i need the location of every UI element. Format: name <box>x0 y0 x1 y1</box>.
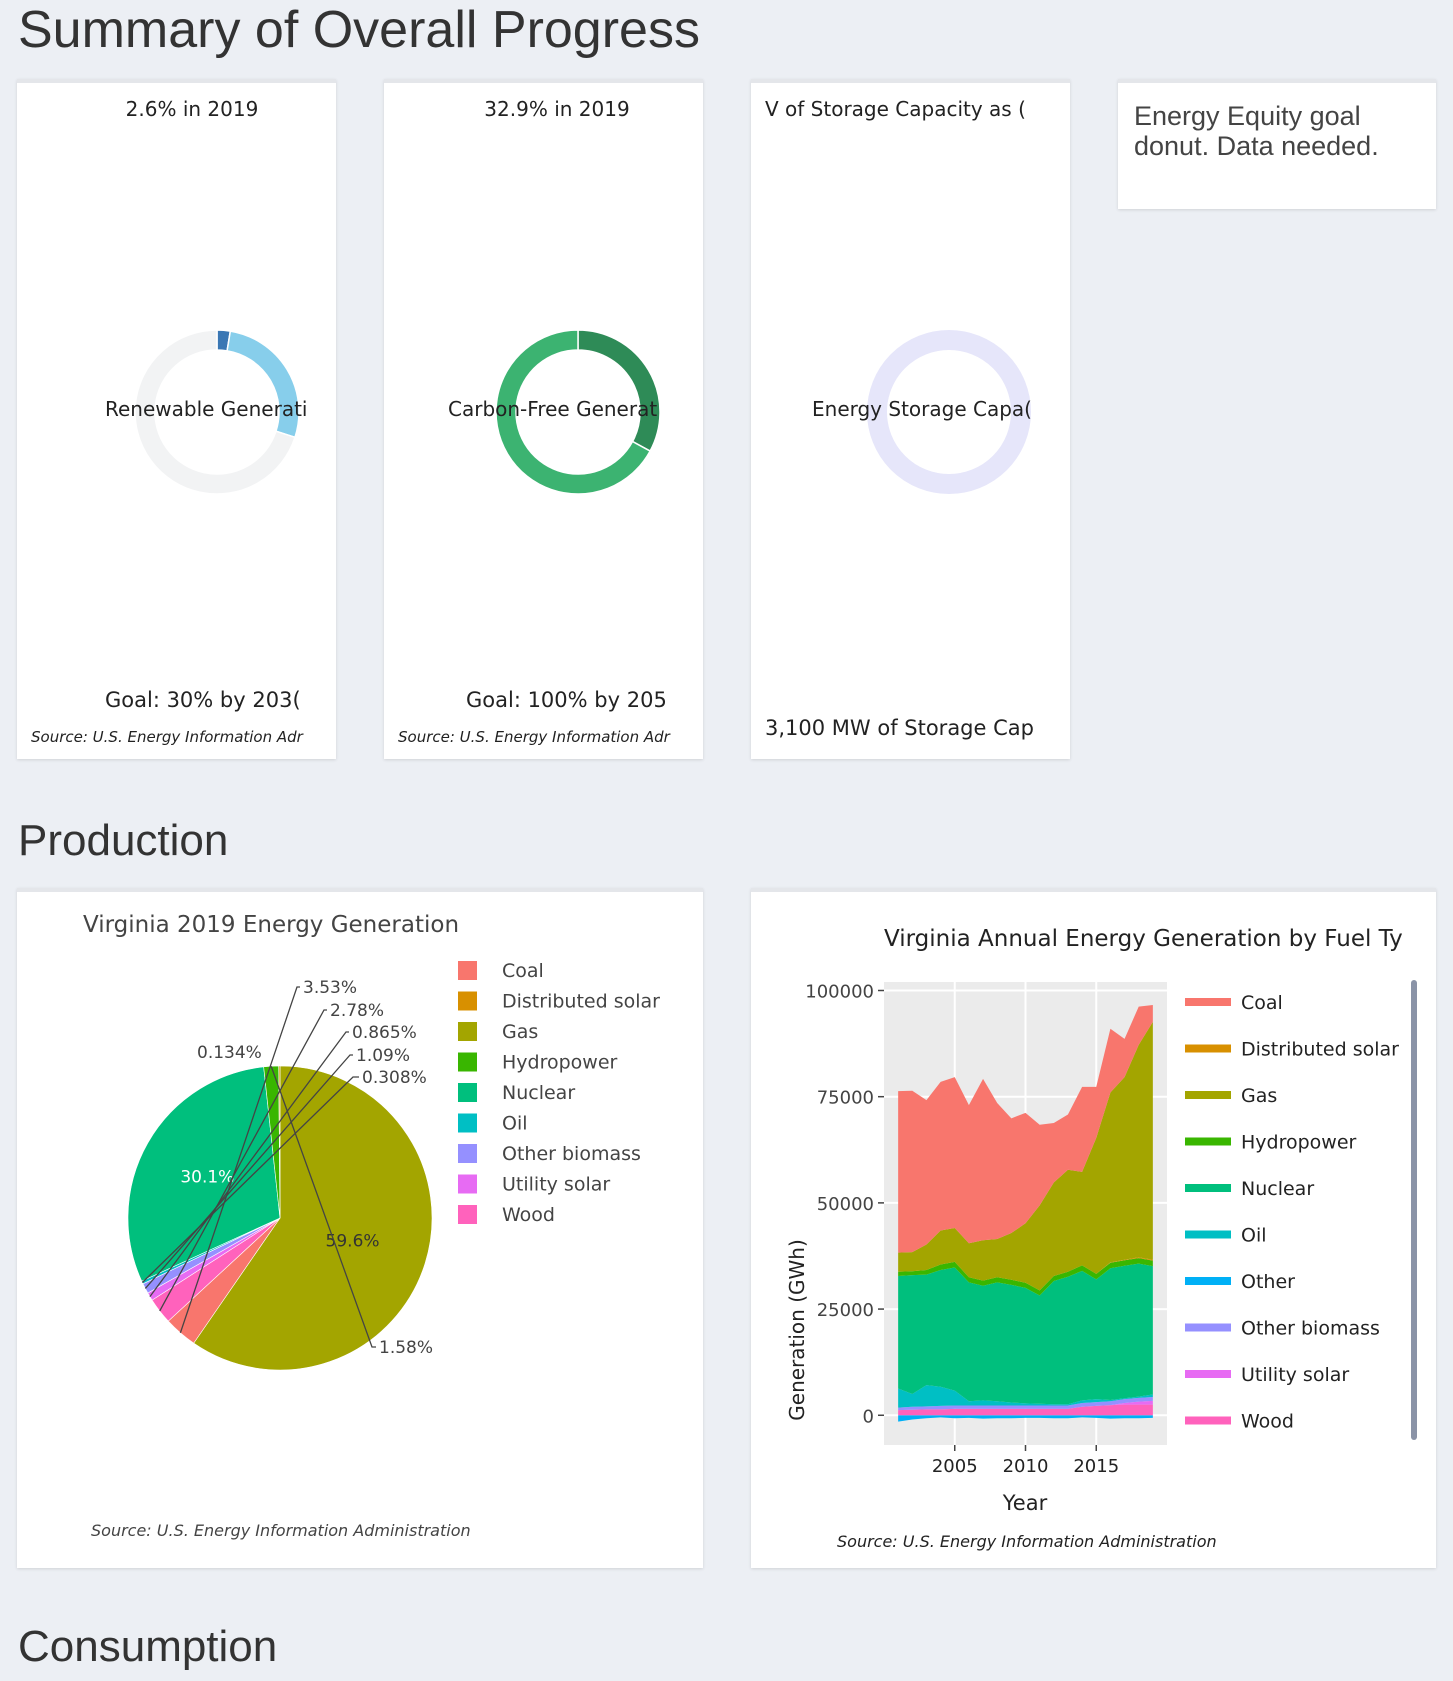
area-y-tick-label: 75000 <box>817 1088 874 1109</box>
energy-generation-pie-card: Virginia 2019 Energy Generation 59.6% 30.… <box>17 888 703 1568</box>
area-legend-label-hydropower[interactable]: Hydropower <box>1241 1132 1357 1154</box>
energy-storage-center-label: Energy Storage Capa( <box>812 397 1032 421</box>
pie-legend-swatch-hydropower[interactable] <box>458 1052 477 1072</box>
area-legend-label-other[interactable]: Other <box>1241 1271 1295 1293</box>
pie-legend-swatch-wood[interactable] <box>458 1205 477 1224</box>
pie-legend-label-nuclear[interactable]: Nuclear <box>502 1082 575 1104</box>
consumption-section-title: Consumption <box>18 1622 278 1671</box>
pie-legend-swatch-other-biomass[interactable] <box>458 1144 477 1163</box>
pie-legend-label-other-biomass[interactable]: Other biomass <box>502 1143 641 1165</box>
energy-storage-title: V of Storage Capacity as ( <box>765 97 1026 121</box>
pie-legend-label-distributed-solar[interactable]: Distributed solar <box>502 991 660 1013</box>
area-legend-label-wood[interactable]: Wood <box>1241 1411 1294 1433</box>
carbon-free-center-label: Carbon-Free Generat <box>448 397 657 421</box>
annual-generation-area-chart: Virginia Annual Energy Generation by Fue… <box>785 926 1403 1551</box>
pie-legend-swatch-gas[interactable] <box>458 1022 477 1041</box>
pie-label-nuclear: 30.1% <box>180 1168 234 1188</box>
production-section-title: Production <box>18 816 229 865</box>
area-legend-label-other-biomass[interactable]: Other biomass <box>1241 1318 1380 1340</box>
carbon-free-source: Source: U.S. Energy Information Adr <box>398 728 671 746</box>
pie-label-oil: 0.308% <box>362 1068 427 1088</box>
summary-section-title: Summary of Overall Progress <box>18 1 700 59</box>
renewable-center-label: Renewable Generati <box>105 397 307 421</box>
energy-equity-note: Energy Equity goal donut. Data needed. <box>1134 101 1379 161</box>
area-legend-swatch-other-biomass[interactable] <box>1185 1323 1231 1332</box>
pie-legend-label-oil[interactable]: Oil <box>502 1113 528 1135</box>
energy-generation-pie-chart: Virginia 2019 Energy Generation 59.6%30.… <box>83 912 660 1540</box>
area-legend-label-coal[interactable]: Coal <box>1241 992 1283 1014</box>
area-legend-swatch-gas[interactable] <box>1185 1091 1231 1099</box>
pie-label-other-biomass: 1.09% <box>356 1046 410 1066</box>
carbon-free-title: 32.9% in 2019 <box>484 97 629 121</box>
pie-label-utility-solar: 0.865% <box>352 1023 417 1043</box>
energy-storage-goal-text: 3,100 MW of Storage Cap <box>765 716 1034 740</box>
area-y-tick-label: 0 <box>863 1406 874 1427</box>
area-legend-swatch-hydropower[interactable] <box>1185 1137 1231 1146</box>
renewable-title: 2.6% in 2019 <box>126 97 259 121</box>
area-legend-label-gas[interactable]: Gas <box>1241 1085 1277 1107</box>
area-source: Source: U.S. Energy Information Administ… <box>837 1532 1217 1551</box>
area-legend-label-nuclear[interactable]: Nuclear <box>1241 1178 1314 1200</box>
legend-scrollbar[interactable] <box>1411 980 1417 1440</box>
pie-legend-label-utility-solar[interactable]: Utility solar <box>502 1174 610 1196</box>
area-legend-swatch-utility-solar[interactable] <box>1185 1370 1231 1378</box>
area-y-tick-label: 50000 <box>817 1194 874 1215</box>
renewable-generation-card: 2.6% in 2019 Renewable Generati Goal: 30… <box>17 79 336 759</box>
pie-legend-swatch-utility-solar[interactable] <box>458 1174 477 1194</box>
area-legend-swatch-oil[interactable] <box>1185 1230 1231 1239</box>
area-y-axis-label: Generation (GWh) <box>785 1239 809 1420</box>
pie-legend-label-coal[interactable]: Coal <box>502 960 544 982</box>
renewable-goal-text: Goal: 30% by 203( <box>105 688 301 712</box>
pie-chart-title: Virginia 2019 Energy Generation <box>83 912 459 938</box>
pie-legend-swatch-oil[interactable] <box>458 1113 477 1133</box>
pie-legend-label-gas[interactable]: Gas <box>502 1021 538 1043</box>
area-x-axis-label: Year <box>1002 1491 1048 1515</box>
pie-legend-swatch-nuclear[interactable] <box>458 1083 477 1102</box>
pie-label-distributed-solar: 0.134% <box>197 1043 262 1063</box>
energy-equity-card: Energy Equity goal donut. Data needed. <box>1118 79 1436 209</box>
area-legend-label-distributed-solar[interactable]: Distributed solar <box>1241 1039 1399 1061</box>
pie-source: Source: U.S. Energy Information Administ… <box>91 1521 471 1540</box>
area-legend-swatch-nuclear[interactable] <box>1185 1184 1231 1192</box>
carbon-free-slice-current <box>577 329 661 453</box>
area-legend-label-utility-solar[interactable]: Utility solar <box>1241 1364 1349 1386</box>
carbon-free-goal-text: Goal: 100% by 205 <box>466 688 667 712</box>
area-legend-swatch-wood[interactable] <box>1185 1416 1231 1425</box>
renewable-slice-goal-remaining <box>226 330 300 439</box>
renewable-source: Source: U.S. Energy Information Adr <box>31 728 304 746</box>
area-x-tick-label: 2010 <box>1003 1456 1049 1477</box>
pie-label-wood: 2.78% <box>330 1001 384 1021</box>
carbon-free-generation-card: 32.9% in 2019 Carbon-Free Generat Goal: … <box>384 79 703 759</box>
area-x-tick-label: 2005 <box>932 1456 978 1477</box>
area-legend-label-oil[interactable]: Oil <box>1241 1225 1267 1247</box>
area-y-tick-label: 25000 <box>817 1300 874 1321</box>
area-legend-swatch-other[interactable] <box>1185 1277 1231 1285</box>
pie-label-coal: 3.53% <box>303 978 357 998</box>
area-x-tick-label: 2015 <box>1073 1456 1119 1477</box>
area-chart-title: Virginia Annual Energy Generation by Fue… <box>884 926 1403 952</box>
energy-storage-donut-chart: V of Storage Capacity as ( Energy Storag… <box>765 97 1034 740</box>
area-y-tick-label: 100000 <box>805 981 874 1002</box>
area-legend-swatch-coal[interactable] <box>1185 998 1231 1006</box>
pie-legend-swatch-distributed-solar[interactable] <box>458 991 477 1011</box>
energy-storage-card: V of Storage Capacity as ( Energy Storag… <box>751 79 1070 759</box>
annual-generation-area-card: Virginia Annual Energy Generation by Fue… <box>751 888 1436 1568</box>
pie-legend-swatch-coal[interactable] <box>458 961 477 980</box>
renewable-donut-chart: 2.6% in 2019 Renewable Generati Goal: 30… <box>31 97 307 746</box>
carbon-free-donut-chart: 32.9% in 2019 Carbon-Free Generat Goal: … <box>398 97 671 746</box>
pie-label-hydropower: 1.58% <box>379 1338 433 1358</box>
area-legend-swatch-distributed-solar[interactable] <box>1185 1044 1231 1053</box>
pie-legend-label-hydropower[interactable]: Hydropower <box>502 1052 618 1074</box>
pie-legend-label-wood[interactable]: Wood <box>502 1204 555 1226</box>
